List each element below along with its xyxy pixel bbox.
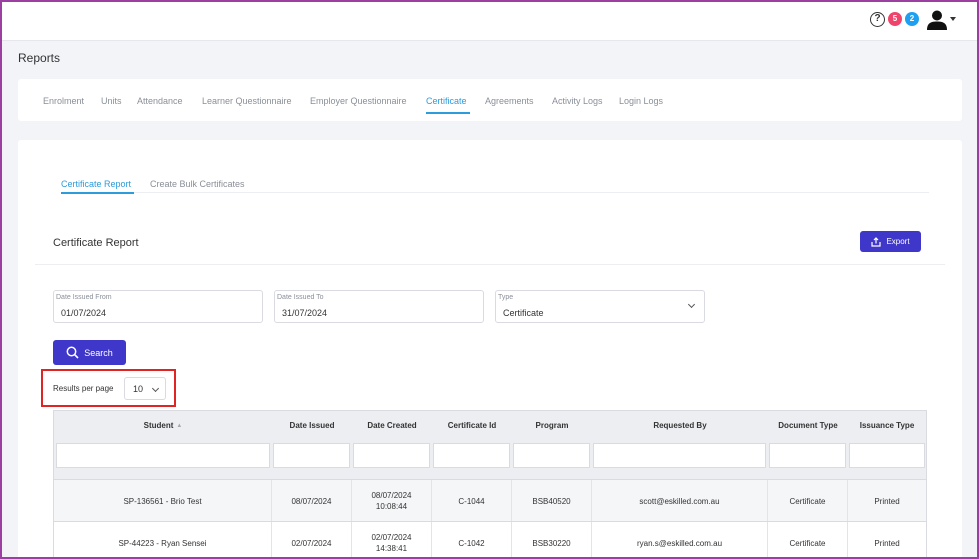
issuance-type-filter-input[interactable] bbox=[849, 443, 925, 468]
reports-tabs: Enrolment Units Attendance Learner Quest… bbox=[18, 79, 962, 121]
table-row[interactable]: SP-44223 - Ryan Sensei 02/07/2024 02/07/… bbox=[54, 521, 926, 559]
tab-agreements[interactable]: Agreements bbox=[485, 96, 534, 106]
date-issued-to-value: 31/07/2024 bbox=[282, 308, 328, 318]
date-issued-from-label: Date Issued From bbox=[56, 294, 112, 301]
document-type-cell: Certificate bbox=[768, 480, 848, 522]
tab-employer-questionnaire[interactable]: Employer Questionnaire bbox=[310, 96, 407, 106]
notification-badge-blue[interactable]: 2 bbox=[905, 12, 919, 26]
tab-login-logs[interactable]: Login Logs bbox=[619, 96, 663, 106]
program-filter-input[interactable] bbox=[513, 443, 590, 468]
date-created-filter-input[interactable] bbox=[353, 443, 430, 468]
user-menu-caret-icon[interactable] bbox=[950, 17, 956, 21]
column-header-date-issued[interactable]: Date Issued bbox=[272, 421, 352, 430]
document-type-filter-input[interactable] bbox=[769, 443, 846, 468]
column-header-certificate-id[interactable]: Certificate Id bbox=[432, 421, 512, 430]
table-row[interactable]: SP-136561 - Brio Test 08/07/2024 08/07/2… bbox=[54, 479, 926, 522]
column-header-issuance-type[interactable]: Issuance Type bbox=[848, 421, 926, 430]
requested-by-cell: scott@eskilled.com.au bbox=[592, 480, 768, 522]
column-header-program[interactable]: Program bbox=[512, 421, 592, 430]
certificate-table: Student ▲ Date Issued Date Created Certif… bbox=[53, 410, 927, 559]
date-created-cell: 08/07/2024 10:08:44 bbox=[352, 480, 432, 522]
card-title: Certificate Report bbox=[53, 237, 139, 249]
student-cell: SP-44223 - Ryan Sensei bbox=[54, 522, 272, 559]
date-issued-filter-input[interactable] bbox=[273, 443, 350, 468]
program-cell: BSB30220 bbox=[512, 522, 592, 559]
date-issued-cell: 08/07/2024 bbox=[272, 480, 352, 522]
date-issued-cell: 02/07/2024 bbox=[272, 522, 352, 559]
card-header-divider bbox=[35, 264, 945, 265]
date-issued-from-field[interactable]: Date Issued From 01/07/2024 bbox=[53, 290, 263, 323]
date-issued-to-field[interactable]: Date Issued To 31/07/2024 bbox=[274, 290, 484, 323]
export-button[interactable]: Export bbox=[860, 231, 921, 252]
column-header-date-created[interactable]: Date Created bbox=[352, 421, 432, 430]
requested-by-cell: ryan.s@eskilled.com.au bbox=[592, 522, 768, 559]
export-label: Export bbox=[886, 237, 910, 246]
page-title: Reports bbox=[18, 51, 61, 65]
notification-badge-red[interactable]: 5 bbox=[888, 12, 902, 26]
type-value: Certificate bbox=[503, 308, 544, 318]
column-header-document-type[interactable]: Document Type bbox=[768, 421, 848, 430]
type-select[interactable]: Type Certificate bbox=[495, 290, 705, 323]
search-icon bbox=[66, 346, 79, 359]
issuance-type-cell: Printed bbox=[874, 538, 900, 548]
export-icon bbox=[871, 236, 882, 247]
requested-by-filter-input[interactable] bbox=[593, 443, 766, 468]
sort-icon[interactable]: ▲ bbox=[176, 423, 182, 429]
student-filter-input[interactable] bbox=[56, 443, 270, 468]
tab-certificate[interactable]: Certificate bbox=[426, 96, 467, 106]
date-created-cell: 02/07/2024 14:38:41 bbox=[352, 522, 432, 559]
search-button[interactable]: Search bbox=[53, 340, 126, 365]
tab-learner-questionnaire[interactable]: Learner Questionnaire bbox=[202, 96, 292, 106]
chevron-down-icon bbox=[687, 300, 696, 309]
date-issued-to-label: Date Issued To bbox=[277, 294, 324, 301]
tab-enrolment[interactable]: Enrolment bbox=[43, 96, 84, 106]
column-header-requested-by[interactable]: Requested By bbox=[592, 421, 768, 430]
document-type-cell: Certificate bbox=[768, 522, 848, 559]
user-icon[interactable] bbox=[926, 9, 948, 31]
tab-attendance[interactable]: Attendance bbox=[137, 96, 183, 106]
search-label: Search bbox=[84, 347, 113, 358]
certificate-id-filter-input[interactable] bbox=[433, 443, 510, 468]
type-label: Type bbox=[498, 294, 514, 301]
student-cell: SP-136561 - Brio Test bbox=[54, 480, 272, 522]
subtab-create-bulk-certificates[interactable]: Create Bulk Certificates bbox=[150, 179, 245, 189]
active-subtab-indicator bbox=[61, 192, 134, 194]
results-per-page-highlight bbox=[41, 369, 176, 407]
top-bar: ? 5 2 bbox=[0, 0, 979, 41]
column-header-student[interactable]: Student ▲ bbox=[54, 421, 272, 430]
tab-activity-logs[interactable]: Activity Logs bbox=[552, 96, 603, 106]
active-tab-indicator bbox=[426, 112, 470, 114]
certificate-id-cell: C-1044 bbox=[432, 480, 512, 522]
date-issued-from-value: 01/07/2024 bbox=[61, 308, 107, 318]
program-cell: BSB40520 bbox=[512, 480, 592, 522]
tab-units[interactable]: Units bbox=[101, 96, 122, 106]
certificate-id-cell: C-1042 bbox=[432, 522, 512, 559]
subtab-divider bbox=[61, 192, 929, 193]
issuance-type-cell: Printed bbox=[874, 496, 900, 506]
subtab-certificate-report[interactable]: Certificate Report bbox=[61, 179, 131, 189]
help-icon[interactable]: ? bbox=[870, 12, 885, 27]
